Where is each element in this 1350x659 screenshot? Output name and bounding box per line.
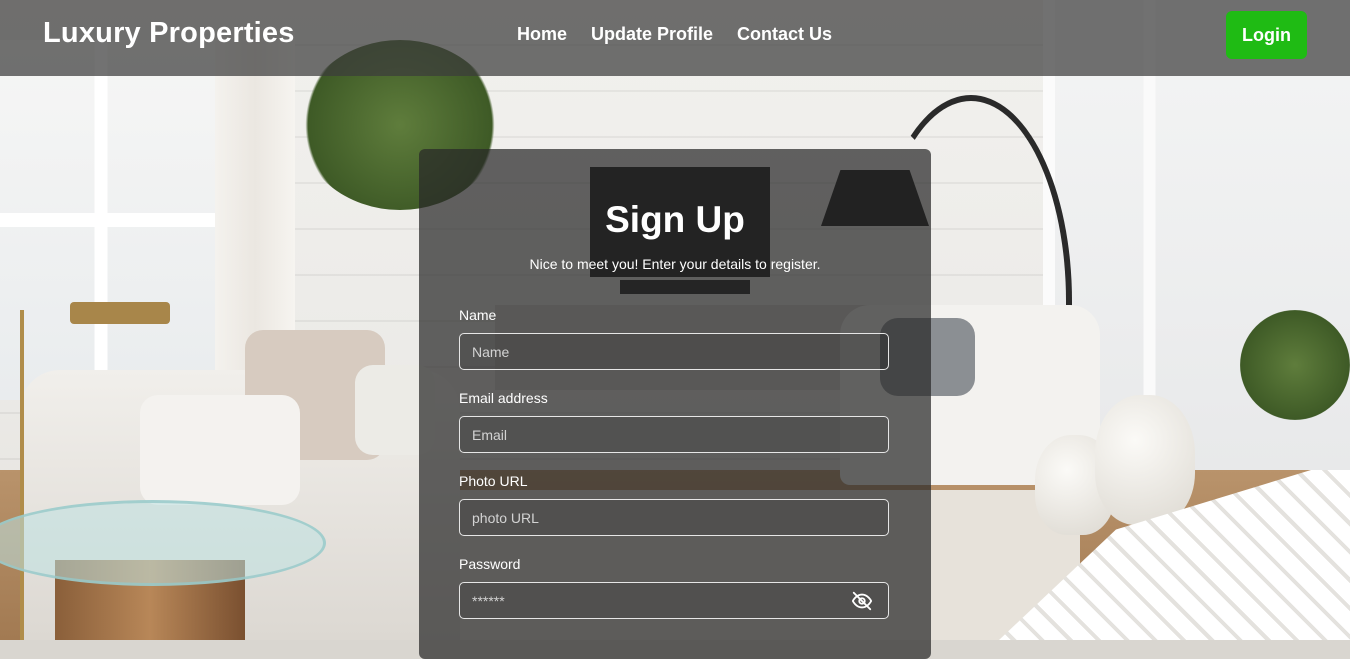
photo-url-label: Photo URL — [459, 473, 528, 489]
eye-off-icon — [851, 591, 873, 611]
name-input[interactable] — [459, 333, 889, 370]
password-input[interactable] — [459, 582, 889, 619]
email-label: Email address — [459, 390, 548, 406]
password-label: Password — [459, 556, 521, 572]
nav-link-update-profile[interactable]: Update Profile — [591, 24, 713, 45]
photo-url-input[interactable] — [459, 499, 889, 536]
email-input[interactable] — [459, 416, 889, 453]
nav-link-home[interactable]: Home — [517, 24, 567, 45]
name-label: Name — [459, 307, 497, 323]
nav-links: Home Update Profile Contact Us — [517, 24, 832, 45]
signup-title: Sign Up — [605, 199, 745, 240]
navbar: Luxury Properties Home Update Profile Co… — [0, 0, 1350, 76]
password-visibility-toggle[interactable] — [847, 587, 877, 615]
signup-card: Sign Up Nice to meet you! Enter your det… — [419, 149, 931, 659]
login-button[interactable]: Login — [1226, 11, 1307, 59]
brand-logo[interactable]: Luxury Properties — [43, 17, 295, 50]
nav-link-contact-us[interactable]: Contact Us — [737, 24, 832, 45]
signup-subtitle: Nice to meet you! Enter your details to … — [529, 256, 821, 272]
